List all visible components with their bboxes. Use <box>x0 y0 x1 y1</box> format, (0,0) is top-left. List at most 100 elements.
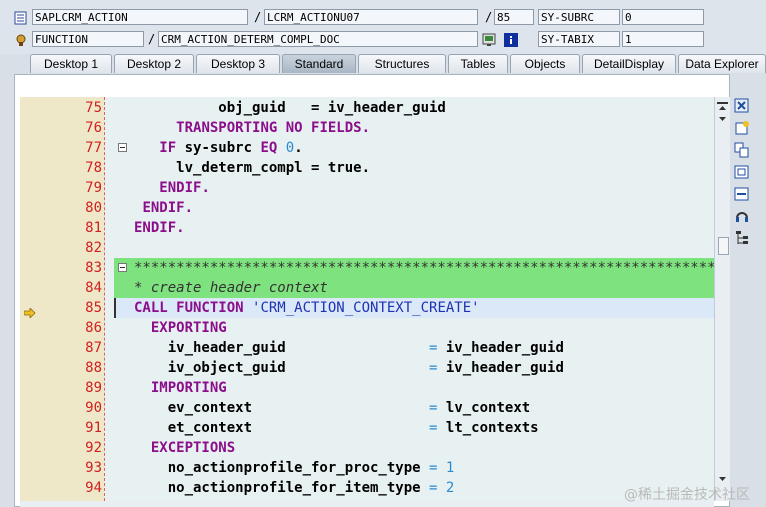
fold-toggle-icon[interactable] <box>118 263 127 272</box>
line-number: 90 <box>85 400 102 416</box>
tab-data-explorer[interactable]: Data Explorer <box>678 54 766 73</box>
line-number: 92 <box>85 440 102 456</box>
copy-icon[interactable] <box>734 142 750 158</box>
system-variable-name-2[interactable]: SY-TABIX <box>538 31 620 47</box>
code-text: et_context = lt_contexts <box>134 420 539 436</box>
code-text: EXCEPTIONS <box>150 440 236 456</box>
code-line[interactable]: 91 et_context = lt_contexts <box>20 418 714 438</box>
tab-desktop-1[interactable]: Desktop 1 <box>30 54 112 73</box>
code-line[interactable]: 82 <box>20 238 714 258</box>
line-number: 77 <box>85 140 102 156</box>
code-text: no_actionprofile_for_proc_type = 1 <box>134 460 455 476</box>
program-icon <box>14 10 28 25</box>
line-number: 89 <box>85 380 102 396</box>
code-line[interactable]: 77 IF sy-subrc EQ 0. <box>20 138 714 158</box>
separator: / <box>254 10 262 24</box>
code-line[interactable]: 93 no_actionprofile_for_proc_type = 1 <box>20 458 714 478</box>
line-number: 87 <box>85 340 102 356</box>
code-text: ****************************************… <box>134 260 714 276</box>
code-line[interactable]: 81 ENDIF. <box>20 218 714 238</box>
tab-strip: Desktop 1 Desktop 2 Desktop 3 Standard S… <box>0 54 766 74</box>
line-number: 81 <box>85 220 102 236</box>
code-line[interactable]: 79 ENDIF. <box>20 178 714 198</box>
code-line[interactable]: 85 CALL FUNCTION 'CRM_ACTION_CONTEXT_CREA… <box>20 298 714 319</box>
tab-detail-display[interactable]: DetailDisplay <box>582 54 676 73</box>
scroll-up-arrow[interactable] <box>717 109 728 121</box>
code-line[interactable]: 86 EXPORTING <box>20 318 714 338</box>
code-text: TRANSPORTING NO FIELDS. <box>176 120 371 136</box>
watermark: @稀土掘金技术社区 <box>624 487 750 503</box>
line-number: 76 <box>85 120 102 136</box>
code-line[interactable]: 89 IMPORTING <box>20 378 714 398</box>
code-text: iv_header_guid = iv_header_guid <box>134 340 564 356</box>
resize-icon[interactable] <box>734 186 750 202</box>
vertical-scrollbar[interactable] <box>714 97 730 501</box>
fullscreen-icon[interactable] <box>734 164 750 180</box>
code-line[interactable]: 88 iv_object_guid = iv_header_guid <box>20 358 714 378</box>
tab-objects[interactable]: Objects <box>510 54 580 73</box>
tab-desktop-3[interactable]: Desktop 3 <box>196 54 280 73</box>
line-number: 88 <box>85 360 102 376</box>
code-line[interactable]: 87 iv_header_guid = iv_header_guid <box>20 338 714 358</box>
code-text: EXPORTING <box>150 320 227 336</box>
program-field[interactable]: SAPLCRM_ACTION <box>32 9 248 25</box>
event-field[interactable]: CRM_ACTION_DETERM_COMPL_DOC <box>158 31 478 47</box>
function-icon <box>14 32 28 46</box>
system-variable-value-1[interactable]: 0 <box>622 9 704 25</box>
tab-standard[interactable]: Standard <box>282 54 356 73</box>
line-number: 83 <box>85 260 102 276</box>
scroll-down-arrow[interactable] <box>717 469 728 481</box>
code-text: * create header context <box>134 280 328 296</box>
new-page-icon[interactable] <box>734 120 750 136</box>
code-line[interactable]: 84 * create header context <box>20 278 714 298</box>
tree-icon[interactable] <box>734 230 750 246</box>
line-number: 91 <box>85 420 102 436</box>
tab-structures[interactable]: Structures <box>358 54 446 73</box>
scroll-thumb[interactable] <box>718 237 729 255</box>
system-variable-name-1[interactable]: SY-SUBRC <box>538 9 620 25</box>
horizontal-scrollbar[interactable] <box>20 501 714 507</box>
code-line[interactable]: 94 no_actionprofile_for_item_type = 2 <box>20 478 714 498</box>
code-line[interactable]: 78 lv_determ_compl = true. <box>20 158 714 178</box>
tab-desktop-2[interactable]: Desktop 2 <box>114 54 194 73</box>
code-text: IMPORTING <box>150 380 227 396</box>
scroll-up-button[interactable] <box>717 97 728 110</box>
code-text: ENDIF. <box>159 180 210 196</box>
separator: / <box>148 32 156 46</box>
code-line[interactable]: 92 EXCEPTIONS <box>20 438 714 458</box>
code-text: ev_context = lv_context <box>134 400 531 416</box>
code-text: iv_object_guid = iv_header_guid <box>134 360 564 376</box>
line-number: 78 <box>85 160 102 176</box>
code-line[interactable]: 90 ev_context = lv_context <box>20 398 714 418</box>
code-text: CALL FUNCTION 'CRM_ACTION_CONTEXT_CREATE… <box>134 300 480 316</box>
fold-toggle-icon[interactable] <box>118 143 127 152</box>
code-text: lv_determ_compl = true. <box>134 160 371 176</box>
execution-pointer-icon <box>23 303 36 319</box>
code-text: IF sy-subrc EQ 0. <box>159 140 303 156</box>
screen-icon[interactable] <box>482 32 496 46</box>
include-field[interactable]: LCRM_ACTIONU07 <box>264 9 478 25</box>
separator: / <box>485 10 493 24</box>
line-number: 93 <box>85 460 102 476</box>
tab-tables[interactable]: Tables <box>448 54 508 73</box>
line-number-field[interactable]: 85 <box>494 9 534 25</box>
line-number: 94 <box>85 480 102 496</box>
code-text: obj_guid = iv_header_guid <box>134 100 446 116</box>
right-toolbar <box>731 96 753 256</box>
line-number: 85 <box>85 300 102 316</box>
code-line[interactable]: 75 obj_guid = iv_header_guid <box>20 98 714 118</box>
line-number: 86 <box>85 320 102 336</box>
system-variable-value-2[interactable]: 1 <box>622 31 704 47</box>
close-icon[interactable] <box>734 98 750 114</box>
code-line[interactable]: 76 TRANSPORTING NO FIELDS. <box>20 118 714 138</box>
headset-icon[interactable] <box>734 208 750 224</box>
code-line[interactable]: 80 ENDIF. <box>20 198 714 218</box>
line-number: 79 <box>85 180 102 196</box>
type-field[interactable]: FUNCTION <box>32 31 144 47</box>
code-text: ENDIF. <box>134 220 185 236</box>
info-icon[interactable] <box>504 32 518 47</box>
header-bar: SAPLCRM_ACTION / LCRM_ACTIONU07 / 85 SY-… <box>0 0 766 54</box>
source-code-editor[interactable]: 75 obj_guid = iv_header_guid 76 TRANSPORT… <box>20 97 714 501</box>
code-line[interactable]: 83 **************************************… <box>20 258 714 278</box>
